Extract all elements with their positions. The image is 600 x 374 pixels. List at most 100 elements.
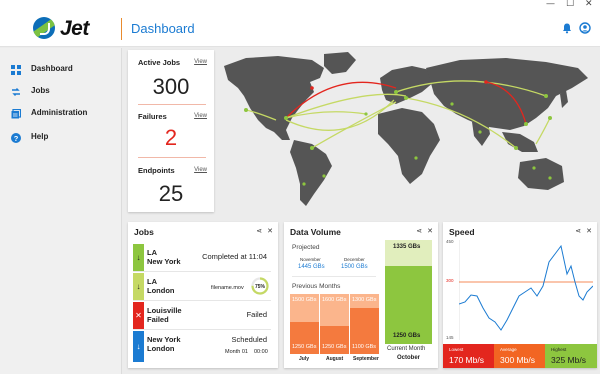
app-header: Jet Dashboard xyxy=(0,10,600,47)
speed-line-chart[interactable] xyxy=(459,240,593,340)
job-route: LA New York xyxy=(147,248,181,266)
user-icon[interactable] xyxy=(579,22,591,34)
job-row[interactable]: ↓ New York London Scheduled Month 01 00:… xyxy=(133,331,271,362)
australia xyxy=(518,158,564,190)
lowest-speed-box: Lowest 170 Mb/s xyxy=(443,344,494,368)
endpoints-title: Endpoints xyxy=(138,166,175,175)
projected-label: Projected xyxy=(292,244,320,251)
sidebar-item-label: Jobs xyxy=(31,86,50,95)
active-jobs-value: 300 xyxy=(152,74,190,99)
share-icon[interactable]: ⋖ xyxy=(256,228,262,235)
sidebar-item-jobs[interactable]: Jobs xyxy=(0,83,122,103)
sidebar-item-label: Dashboard xyxy=(31,64,73,73)
current-month-name: October xyxy=(397,355,421,361)
sidebar-item-label: Administration xyxy=(31,108,88,117)
job-row[interactable]: ✕ Louisville Failed Failed xyxy=(133,302,271,330)
bar-bottom-label: 1250 GBs xyxy=(292,344,317,350)
card-tools: ⋖ ✕ xyxy=(411,227,433,235)
close-icon[interactable]: ✕ xyxy=(586,228,592,235)
job-time: 00:00 xyxy=(254,349,268,355)
svg-text:?: ? xyxy=(14,134,19,143)
sidebar: Dashboard Jobs Administration ? Help xyxy=(0,48,122,374)
jobs-card: Jobs ⋖ ✕ ↓ LA New York Completed at 11:04… xyxy=(128,222,278,368)
bar-bottom-label: 1100 GBs xyxy=(352,344,377,350)
job-status: Completed at 11:04 xyxy=(202,252,267,261)
greenland xyxy=(324,52,356,74)
south-america xyxy=(290,140,332,206)
window-titlebar: — ☐ ✕ xyxy=(0,0,600,10)
share-icon[interactable]: ⋖ xyxy=(416,228,422,235)
job-to: London xyxy=(147,286,175,295)
job-filename: filename.mov xyxy=(211,285,244,291)
speed-series xyxy=(459,244,593,331)
jobs-card-title: Jobs xyxy=(134,227,154,237)
bar-top-label: 1300 GBs xyxy=(352,297,377,303)
job-from: LA xyxy=(147,248,157,257)
job-status-strip: ↓ xyxy=(133,244,144,271)
stats-card: Active Jobs View 300 Failures View 2 End… xyxy=(128,50,214,212)
highest-caption: Highest xyxy=(551,347,567,352)
job-route: LA London xyxy=(147,277,175,295)
job-status: Scheduled xyxy=(231,335,267,344)
close-window-button[interactable]: ✕ xyxy=(585,0,593,9)
close-icon[interactable]: ✕ xyxy=(427,228,433,235)
speed-card: Speed ⋖ ✕ 450 300 145 Lowest 170 Mb/s Ave… xyxy=(443,222,597,368)
bar-august[interactable]: 1600 GBs 1250 GBs xyxy=(320,294,349,354)
speed-title: Speed xyxy=(449,227,475,237)
job-from: Louisville xyxy=(147,306,182,315)
sidebar-item-dashboard[interactable]: Dashboard xyxy=(0,61,122,81)
progress-text: 75% xyxy=(255,284,266,290)
failures-view-link[interactable]: View xyxy=(194,113,207,119)
previous-months-label: Previous Months xyxy=(292,283,341,290)
divider xyxy=(138,104,206,105)
jobs-icon xyxy=(12,88,20,96)
average-speed-box: Average 300 Mb/s xyxy=(494,344,545,368)
close-icon[interactable]: ✕ xyxy=(267,228,273,235)
job-status-strip: ↓ xyxy=(133,273,144,300)
job-row[interactable]: ↓ LA New York Completed at 11:04 xyxy=(133,244,271,272)
maximize-button[interactable]: ☐ xyxy=(566,0,574,9)
data-volume-title: Data Volume xyxy=(290,227,341,237)
average-caption: Average xyxy=(500,347,517,352)
progress-ring: 75% xyxy=(251,277,269,295)
africa xyxy=(378,108,440,184)
current-month-label: Current Month xyxy=(387,346,426,352)
india xyxy=(472,122,490,146)
endpoints-view-link[interactable]: View xyxy=(194,167,207,173)
minimize-button[interactable]: — xyxy=(546,0,555,9)
header-divider xyxy=(121,18,122,40)
divider xyxy=(138,157,206,158)
sidebar-item-help[interactable]: ? Help xyxy=(0,129,122,149)
highest-value: 325 Mb/s xyxy=(551,355,586,365)
job-row[interactable]: ↓ LA London filename.mov 75% xyxy=(133,273,271,301)
sidebar-item-label: Help xyxy=(31,132,49,141)
bar-bottom-label: 1250 GBs xyxy=(322,344,347,350)
job-to: New York xyxy=(147,257,181,266)
sidebar-item-administration[interactable]: Administration xyxy=(0,105,122,125)
bell-icon[interactable] xyxy=(561,22,573,34)
bar-top-label: 1500 GBs xyxy=(292,297,317,303)
highest-speed-box: Highest 325 Mb/s xyxy=(545,344,597,368)
job-status-strip: ✕ xyxy=(133,302,144,329)
bar-current-month[interactable]: 1335 GBs 1250 GBs xyxy=(385,240,432,344)
bar-september[interactable]: 1300 GBs 1100 GBs xyxy=(350,294,379,354)
help-icon: ? xyxy=(11,133,21,143)
card-tools: ⋖ ✕ xyxy=(570,227,592,235)
job-to: Failed xyxy=(147,315,169,324)
grid-icon xyxy=(11,65,21,75)
job-date: Month 01 xyxy=(225,349,248,355)
speed-ymid-label: 300 xyxy=(446,278,454,283)
active-jobs-view-link[interactable]: View xyxy=(194,59,207,65)
logo-mark-icon xyxy=(33,17,55,39)
average-value: 300 Mb/s xyxy=(500,355,535,365)
share-icon[interactable]: ⋖ xyxy=(575,228,581,235)
speed-ymin-label: 145 xyxy=(446,335,454,340)
bar-july[interactable]: 1500 GBs 1250 GBs xyxy=(290,294,319,354)
job-route: New York London xyxy=(147,335,181,353)
speed-ymax-label: 450 xyxy=(446,239,454,244)
page-title: Dashboard xyxy=(131,21,195,36)
jet-logo[interactable]: Jet xyxy=(33,15,93,41)
world-map[interactable] xyxy=(216,48,600,214)
logo-text: Jet xyxy=(60,17,89,40)
job-to: London xyxy=(147,344,175,353)
